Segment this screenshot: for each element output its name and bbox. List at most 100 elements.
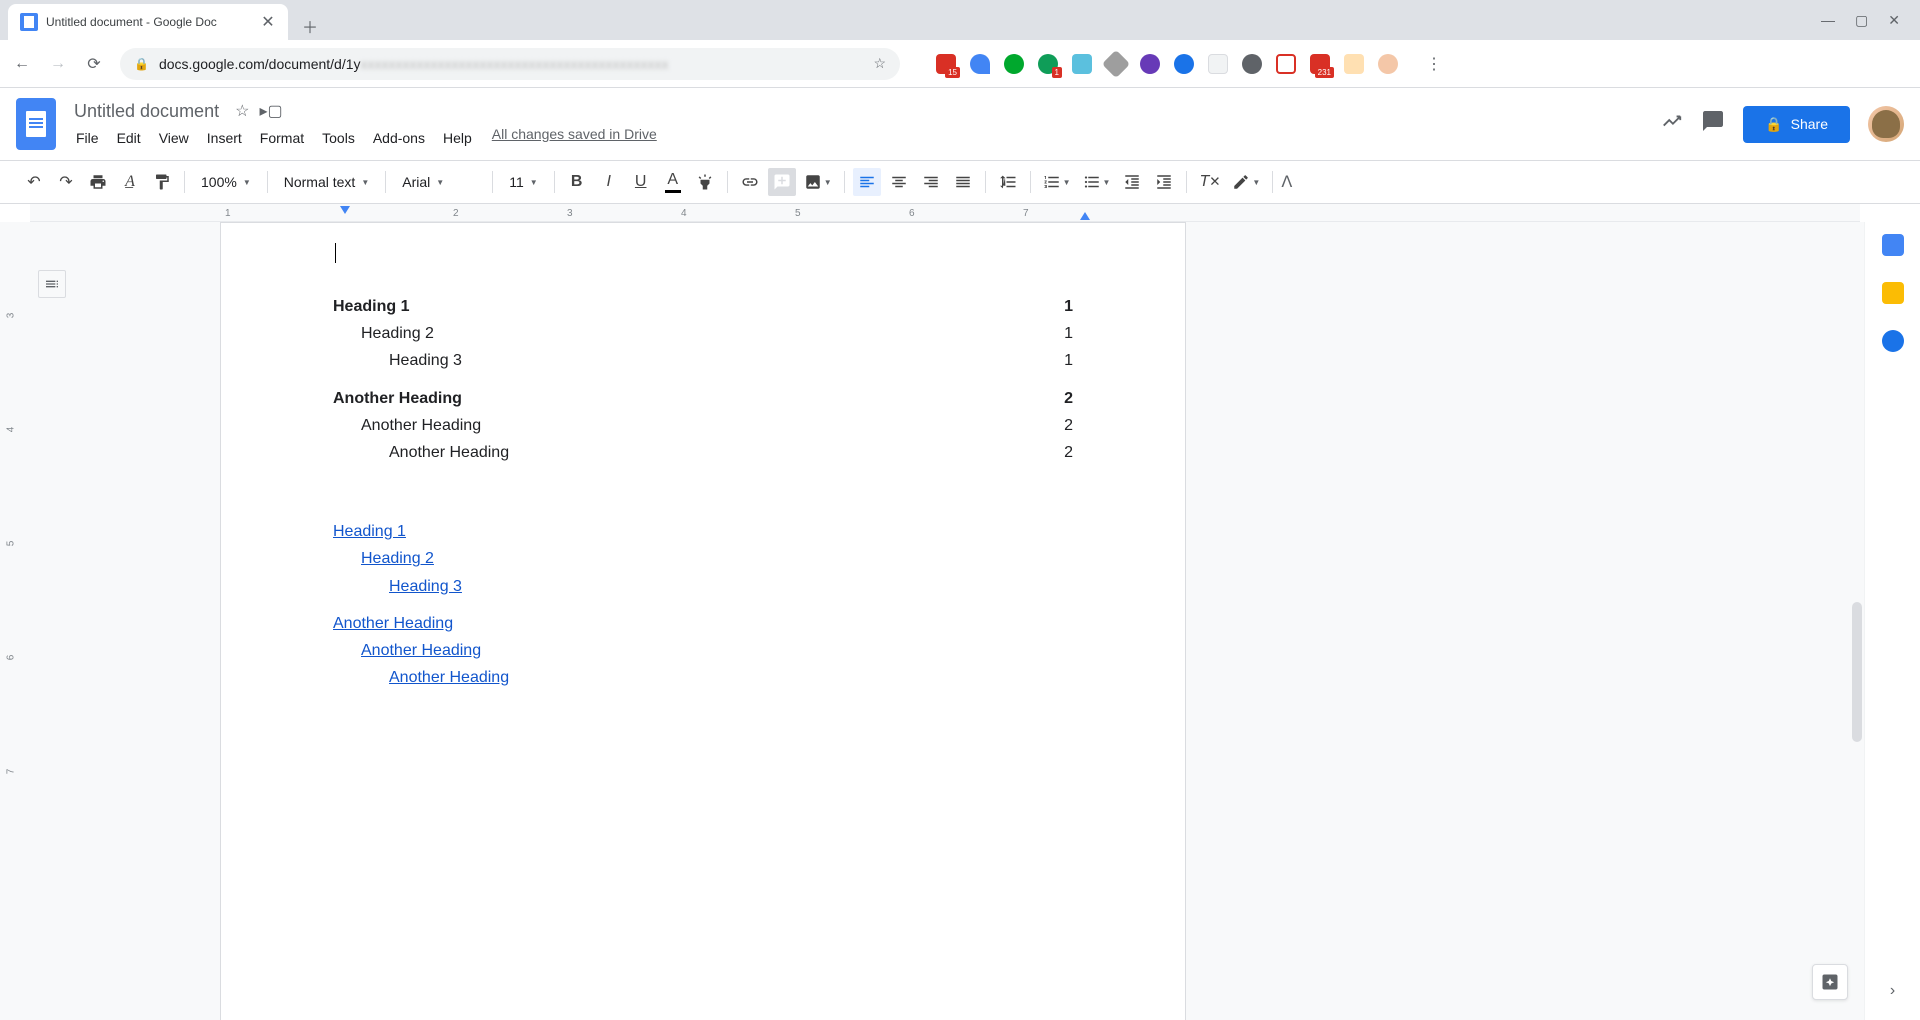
browser-menu-icon[interactable]: ⋮: [1426, 54, 1442, 74]
toc-entry[interactable]: Heading 31: [333, 347, 1073, 374]
ext-purple-icon[interactable]: [1140, 54, 1160, 74]
ext-face-icon[interactable]: [1344, 54, 1364, 74]
ext-shield-icon[interactable]: [1276, 54, 1296, 74]
comments-icon[interactable]: [1701, 109, 1725, 139]
bold-button[interactable]: B: [563, 168, 591, 196]
close-window-icon[interactable]: ✕: [1888, 12, 1900, 29]
horizontal-ruler[interactable]: 1 2 3 4 5 6 7: [30, 204, 1860, 222]
line-spacing-button[interactable]: [994, 168, 1022, 196]
numbered-list-button[interactable]: ▼: [1039, 168, 1075, 196]
paragraph-style-dropdown[interactable]: Normal text▼: [276, 168, 378, 196]
share-button[interactable]: 🔒 Share: [1743, 106, 1850, 143]
toc-link[interactable]: Heading 2: [333, 545, 1073, 572]
keep-sidebar-icon[interactable]: [1882, 282, 1904, 304]
toc-link[interactable]: Another Heading: [333, 637, 1073, 664]
insert-comment-button[interactable]: [768, 168, 796, 196]
paint-format-button[interactable]: [148, 168, 176, 196]
ext-gray-icon[interactable]: [1102, 49, 1130, 77]
font-dropdown[interactable]: Arial▼: [394, 168, 484, 196]
account-avatar[interactable]: [1868, 106, 1904, 142]
menu-bar: File Edit View Insert Format Tools Add-o…: [68, 126, 657, 150]
ext-blue-icon[interactable]: [1072, 54, 1092, 74]
docs-home-logo[interactable]: [16, 98, 56, 150]
document-title[interactable]: Untitled document: [68, 99, 225, 124]
move-document-icon[interactable]: ▸▢: [259, 101, 282, 121]
vertical-ruler[interactable]: 3 4 5 6 7: [0, 222, 30, 1020]
browser-nav-bar: ← → ⟳ 🔒 docs.google.com/document/d/1yxxx…: [0, 40, 1920, 88]
underline-button[interactable]: U: [627, 168, 655, 196]
tasks-sidebar-icon[interactable]: [1882, 330, 1904, 352]
align-justify-button[interactable]: [949, 168, 977, 196]
redo-button[interactable]: ↷: [52, 168, 80, 196]
align-center-button[interactable]: [885, 168, 913, 196]
calendar-sidebar-icon[interactable]: [1882, 234, 1904, 256]
ext-avatar-icon[interactable]: [1378, 54, 1398, 74]
new-tab-button[interactable]: ＋: [296, 12, 324, 40]
ext-evernote-icon[interactable]: [1004, 54, 1024, 74]
browser-tab[interactable]: Untitled document - Google Doc ✕: [8, 4, 288, 40]
toc-entry[interactable]: Another Heading2: [333, 385, 1073, 412]
lock-icon: 🔒: [134, 57, 149, 71]
collapse-toolbar-icon[interactable]: ᐱ: [1281, 172, 1292, 192]
zoom-dropdown[interactable]: 100%▼: [193, 168, 259, 196]
toc-link[interactable]: Heading 1: [333, 518, 1073, 545]
toc-entry[interactable]: Heading 21: [333, 320, 1073, 347]
print-button[interactable]: [84, 168, 112, 196]
back-button[interactable]: ←: [12, 54, 32, 74]
menu-format[interactable]: Format: [252, 126, 312, 150]
docs-favicon: [20, 13, 38, 31]
activity-icon[interactable]: [1661, 110, 1683, 138]
menu-edit[interactable]: Edit: [109, 126, 149, 150]
explore-button[interactable]: [1812, 964, 1848, 1000]
forward-button[interactable]: →: [48, 54, 68, 74]
font-size-dropdown[interactable]: 11▼: [501, 168, 545, 196]
decrease-indent-button[interactable]: [1118, 168, 1146, 196]
menu-view[interactable]: View: [151, 126, 197, 150]
left-indent-marker[interactable]: [340, 206, 350, 214]
address-bar[interactable]: 🔒 docs.google.com/document/d/1yxxxxxxxxx…: [120, 48, 900, 80]
ext-calendar-icon[interactable]: 15: [936, 54, 956, 74]
menu-file[interactable]: File: [68, 126, 107, 150]
align-left-button[interactable]: [853, 168, 881, 196]
undo-button[interactable]: ↶: [20, 168, 48, 196]
expand-side-panel-icon[interactable]: ›: [1890, 982, 1895, 1000]
ext-square-icon[interactable]: [1208, 54, 1228, 74]
close-tab-icon[interactable]: ✕: [260, 14, 276, 30]
insert-image-button[interactable]: ▼: [800, 168, 836, 196]
spellcheck-button[interactable]: A̲: [116, 168, 144, 196]
toc-entry[interactable]: Another Heading2: [333, 439, 1073, 466]
menu-addons[interactable]: Add-ons: [365, 126, 433, 150]
ext-y-icon[interactable]: [970, 54, 990, 74]
scrollbar-thumb[interactable]: [1852, 602, 1862, 742]
toc-entry[interactable]: Another Heading2: [333, 412, 1073, 439]
bookmark-star-icon[interactable]: ☆: [873, 55, 886, 72]
menu-tools[interactable]: Tools: [314, 126, 363, 150]
text-color-button[interactable]: A: [659, 168, 687, 196]
toc-link[interactable]: Heading 3: [333, 573, 1073, 600]
star-document-icon[interactable]: ☆: [235, 101, 249, 121]
bulleted-list-button[interactable]: ▼: [1079, 168, 1115, 196]
toc-link[interactable]: Another Heading: [333, 664, 1073, 691]
menu-help[interactable]: Help: [435, 126, 480, 150]
minimize-icon[interactable]: —: [1821, 12, 1835, 29]
right-indent-marker[interactable]: [1080, 212, 1090, 220]
ext-abp-icon[interactable]: 231: [1310, 54, 1330, 74]
menu-insert[interactable]: Insert: [199, 126, 250, 150]
ext-dark-icon[interactable]: [1242, 54, 1262, 74]
show-outline-button[interactable]: [38, 270, 66, 298]
insert-link-button[interactable]: [736, 168, 764, 196]
highlight-button[interactable]: [691, 168, 719, 196]
ext-circle-icon[interactable]: [1174, 54, 1194, 74]
ext-green-icon[interactable]: 1: [1038, 54, 1058, 74]
document-page[interactable]: Heading 11 Heading 21 Heading 31 Another…: [220, 222, 1186, 1020]
align-right-button[interactable]: [917, 168, 945, 196]
reload-button[interactable]: ⟳: [84, 54, 104, 74]
editing-mode-button[interactable]: ▼: [1228, 168, 1264, 196]
clear-formatting-button[interactable]: T✕: [1195, 168, 1224, 196]
save-status[interactable]: All changes saved in Drive: [492, 126, 657, 150]
toc-entry[interactable]: Heading 11: [333, 293, 1073, 320]
increase-indent-button[interactable]: [1150, 168, 1178, 196]
italic-button[interactable]: I: [595, 168, 623, 196]
maximize-icon[interactable]: ▢: [1855, 12, 1868, 29]
toc-link[interactable]: Another Heading: [333, 610, 1073, 637]
